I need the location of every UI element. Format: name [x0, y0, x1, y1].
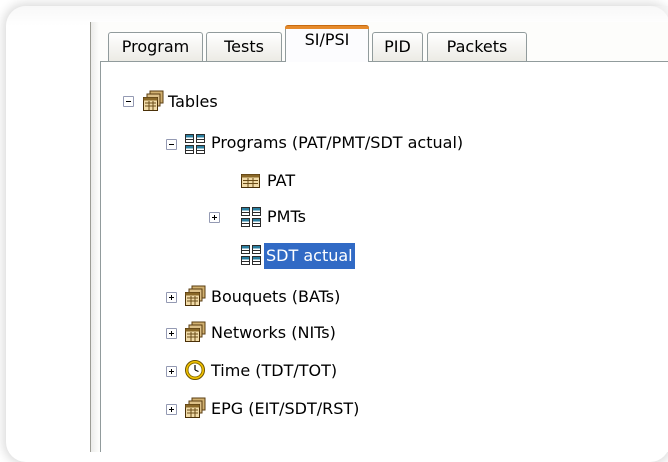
grid-table-icon	[185, 134, 205, 154]
tree-label-networks[interactable]: Networks (NITs)	[209, 322, 338, 344]
clock-icon	[184, 359, 206, 381]
expand-toggle-time[interactable]	[166, 366, 177, 377]
tab-program[interactable]: Program	[108, 32, 203, 61]
collapse-toggle-programs[interactable]	[166, 139, 177, 150]
single-table-icon	[241, 174, 260, 188]
tab-underline	[100, 61, 668, 62]
tab-si-psi-label: SI/PSI	[304, 30, 350, 49]
grid-table-icon	[241, 245, 261, 265]
tree-label-sdt-actual[interactable]: SDT actual	[264, 243, 355, 269]
table-stack-icon	[143, 90, 164, 111]
tree-label-tables[interactable]: Tables	[166, 91, 220, 113]
tree-label-bouquets[interactable]: Bouquets (BATs)	[209, 286, 342, 308]
tree-view[interactable]	[100, 62, 668, 452]
expand-toggle-epg[interactable]	[166, 404, 177, 415]
expand-toggle-pmts[interactable]	[209, 212, 220, 223]
grid-table-icon	[241, 207, 261, 227]
table-stack-icon	[185, 397, 206, 418]
tab-packets[interactable]: Packets	[427, 32, 527, 61]
collapse-toggle-tables[interactable]	[123, 96, 134, 107]
tree-label-epg[interactable]: EPG (EIT/SDT/RST)	[209, 398, 361, 420]
table-stack-icon	[185, 321, 206, 342]
tree-label-pmts[interactable]: PMTs	[265, 206, 308, 228]
tab-pid[interactable]: PID	[372, 32, 423, 61]
tree-label-time[interactable]: Time (TDT/TOT)	[209, 360, 339, 382]
tab-si-psi[interactable]: SI/PSI	[285, 25, 369, 62]
tab-tests[interactable]: Tests	[206, 32, 282, 61]
panel-edge	[91, 22, 99, 452]
tree-label-pat[interactable]: PAT	[265, 170, 297, 192]
tree-label-programs[interactable]: Programs (PAT/PMT/SDT actual)	[209, 132, 465, 154]
expand-toggle-networks[interactable]	[166, 328, 177, 339]
table-stack-icon	[185, 285, 206, 306]
expand-toggle-bouquets[interactable]	[166, 292, 177, 303]
